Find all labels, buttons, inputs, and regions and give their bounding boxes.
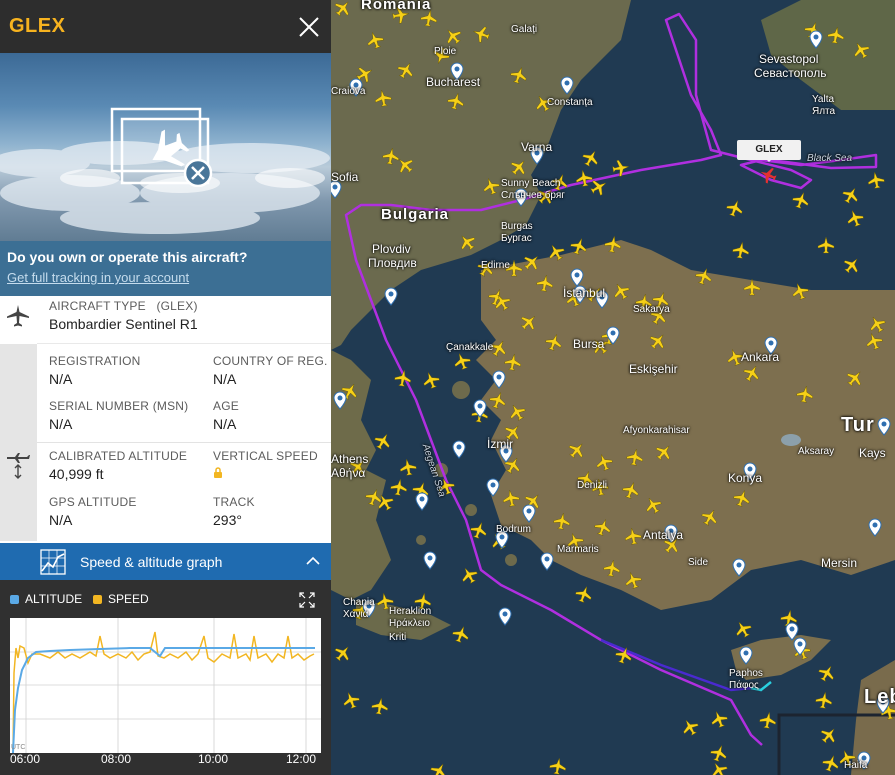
tick-1000: 10:00: [198, 752, 229, 766]
calibrated-altitude-value: 40,999 ft: [49, 466, 104, 482]
aircraft-marker-icon[interactable]: [390, 478, 409, 497]
aircraft-marker-icon[interactable]: [818, 724, 841, 747]
map-canvas[interactable]: [331, 0, 895, 775]
aircraft-marker-icon[interactable]: [452, 351, 473, 372]
aircraft-marker-icon[interactable]: [332, 642, 355, 665]
close-icon[interactable]: [297, 15, 321, 39]
aircraft-marker-icon[interactable]: [428, 760, 450, 775]
aircraft-marker-icon[interactable]: [759, 711, 778, 730]
aircraft-marker-icon[interactable]: [732, 241, 751, 260]
aircraft-info-panel: GLEX Do you own or operate this aircraft…: [0, 0, 331, 775]
airport-pin-icon[interactable]: [498, 607, 512, 626]
graph-icon: [40, 548, 66, 575]
aircraft-marker-icon[interactable]: [709, 709, 730, 730]
full-tracking-link[interactable]: Get full tracking in your account: [7, 270, 324, 285]
graph-plot: [10, 618, 321, 753]
gps-altitude-label: GPS ALTITUDE: [49, 495, 137, 509]
registration-label: REGISTRATION: [49, 354, 141, 368]
aircraft-details: AIRCRAFT TYPE (GLEX) Bombardier Sentinel…: [0, 296, 331, 541]
aircraft-marker-icon[interactable]: [709, 743, 730, 764]
aircraft-marker-icon[interactable]: [791, 190, 812, 211]
aircraft-marker-icon[interactable]: [372, 430, 394, 452]
aircraft-marker-icon[interactable]: [549, 757, 568, 775]
aircraft-marker-icon[interactable]: [421, 370, 442, 391]
airport-pin-icon[interactable]: [415, 492, 429, 511]
ownership-promo: Do you own or operate this aircraft? Get…: [0, 241, 331, 296]
land-crimea: [761, 0, 895, 110]
expand-icon[interactable]: [299, 592, 315, 608]
aircraft-photo-placeholder: [0, 53, 331, 243]
aircraft-marker-icon[interactable]: [725, 198, 746, 219]
aircraft-marker-icon[interactable]: [679, 716, 701, 738]
selected-aircraft-tag[interactable]: GLEX: [737, 140, 801, 162]
aircraft-marker-icon[interactable]: [845, 208, 866, 229]
track-value: 293°: [213, 512, 242, 528]
country-value: N/A: [213, 371, 237, 387]
altitude-icon: [7, 453, 30, 479]
gps-altitude-value: N/A: [49, 512, 73, 528]
aircraft-marker-icon[interactable]: [580, 147, 602, 169]
aircraft-marker-icon[interactable]: [574, 584, 595, 605]
legend-altitude: ALTITUDE: [10, 592, 82, 606]
aircraft-marker-icon[interactable]: [816, 662, 838, 684]
legend-speed: SPEED: [93, 592, 149, 606]
altitude-swatch: [10, 594, 19, 604]
aircraft-type-label: AIRCRAFT TYPE: [49, 299, 146, 313]
utc-label: UTC: [11, 744, 26, 751]
track-label: TRACK: [213, 495, 255, 509]
aircraft-type-value: Bombardier Sentinel R1: [49, 316, 198, 332]
speed-altitude-graph: ALTITUDE SPEED UTC 06:00 08:00 10:00 12:…: [0, 580, 331, 775]
age-value: N/A: [213, 416, 237, 432]
airport-pin-icon[interactable]: [423, 551, 437, 570]
aircraft-marker-icon[interactable]: [451, 624, 472, 645]
registration-value: N/A: [49, 371, 73, 387]
tick-0800: 08:00: [101, 752, 132, 766]
ownership-question: Do you own or operate this aircraft?: [7, 249, 248, 265]
tick-1200: 12:00: [286, 752, 317, 766]
no-photo-icon: [110, 107, 213, 187]
calibrated-altitude-label: CALIBRATED ALTITUDE: [49, 449, 188, 463]
aircraft-type-row: AIRCRAFT TYPE (GLEX) Bombardier Sentinel…: [0, 296, 331, 344]
aircraft-marker-icon[interactable]: [371, 697, 390, 716]
country-label: COUNTRY OF REG.: [213, 354, 328, 368]
vertical-speed-label: VERTICAL SPEED: [213, 449, 318, 463]
speed-altitude-graph-toggle[interactable]: Speed & altitude graph: [0, 543, 331, 580]
airport-pin-icon[interactable]: [540, 552, 554, 571]
chevron-up-icon[interactable]: [305, 554, 321, 568]
aircraft-callsign: GLEX: [9, 15, 66, 37]
airplane-icon: [7, 305, 29, 327]
aircraft-marker-icon[interactable]: [817, 236, 835, 254]
legend-speed-label: SPEED: [108, 592, 149, 606]
legend-altitude-label: ALTITUDE: [25, 592, 83, 606]
airport-pin-icon[interactable]: [495, 530, 509, 549]
aircraft-type-code: (GLEX): [156, 299, 198, 313]
aircraft-marker-icon[interactable]: [458, 564, 480, 586]
lock-icon[interactable]: [213, 467, 223, 478]
aircraft-marker-icon[interactable]: [821, 753, 842, 774]
flight-map[interactable]: GLEX Romania Galați Sevastopol Севастопо…: [331, 0, 895, 775]
age-label: AGE: [213, 399, 239, 413]
aircraft-marker-icon[interactable]: [414, 592, 433, 611]
serial-label: SERIAL NUMBER (MSN): [49, 399, 189, 413]
panel-header: GLEX: [0, 0, 331, 53]
aircraft-marker-icon[interactable]: [815, 691, 834, 710]
aircraft-marker-icon[interactable]: [732, 618, 754, 640]
aircraft-marker-icon[interactable]: [841, 254, 864, 277]
graph-title: Speed & altitude graph: [80, 553, 223, 570]
speed-swatch: [93, 594, 102, 604]
airport-pin-icon[interactable]: [384, 287, 398, 306]
aircraft-marker-icon[interactable]: [867, 171, 886, 190]
land-anatolia: [476, 240, 895, 610]
serial-value: N/A: [49, 416, 73, 432]
aircraft-marker-icon[interactable]: [840, 184, 862, 206]
aircraft-marker-icon[interactable]: [399, 458, 418, 477]
tick-0600: 06:00: [10, 752, 41, 766]
aircraft-marker-icon[interactable]: [341, 690, 362, 711]
land-greece: [331, 350, 391, 600]
details-grid: REGISTRATION N/A COUNTRY OF REG. N/A SER…: [37, 344, 331, 541]
airport-pin-icon[interactable]: [452, 440, 466, 459]
